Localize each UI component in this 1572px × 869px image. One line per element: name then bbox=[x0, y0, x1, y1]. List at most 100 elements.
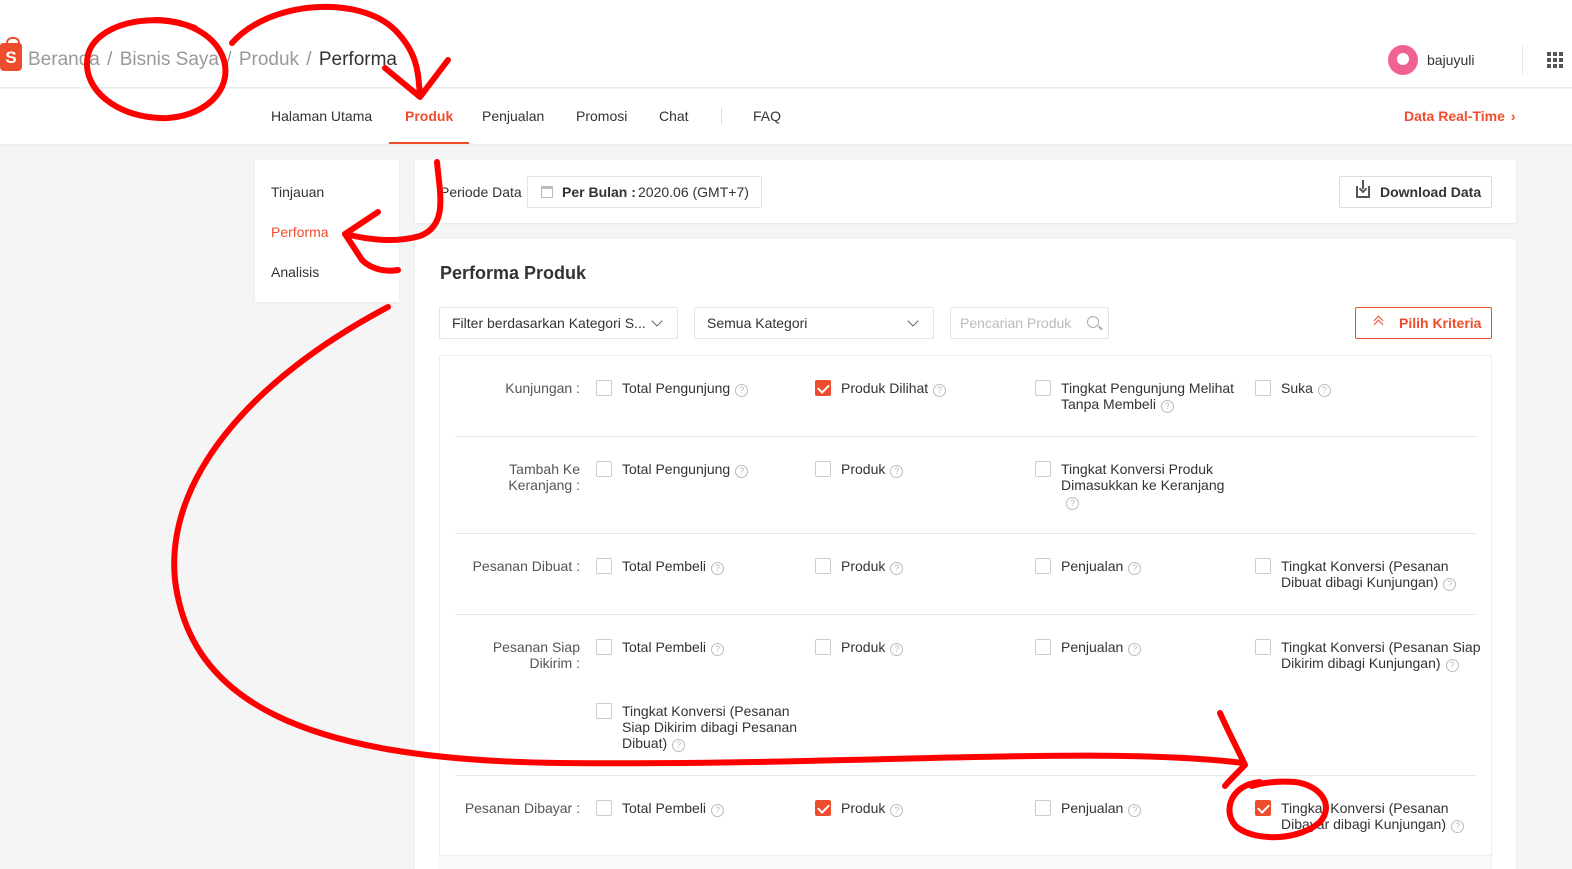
calendar-icon bbox=[541, 186, 553, 198]
choose-criteria-button[interactable]: Pilih Kriteria bbox=[1355, 307, 1492, 339]
checkbox[interactable] bbox=[596, 558, 612, 574]
option-label: Produk bbox=[841, 800, 886, 816]
breadcrumb-item[interactable]: Produk bbox=[239, 49, 299, 70]
divider bbox=[1522, 46, 1523, 74]
top-bar: S Beranda / Bisnis Saya / Produk / Perfo… bbox=[0, 0, 1572, 88]
period-picker[interactable]: Per Bulan : 2020.06 (GMT+7) bbox=[527, 176, 762, 208]
help-icon[interactable]: ? bbox=[1128, 804, 1142, 817]
checkbox[interactable] bbox=[1035, 558, 1051, 574]
double-chevron-up-icon bbox=[1374, 316, 1384, 328]
breadcrumb-current: Performa bbox=[318, 49, 397, 70]
checkbox[interactable] bbox=[1035, 800, 1051, 816]
side-item-analisis[interactable]: Analisis bbox=[271, 264, 319, 280]
help-icon[interactable]: ? bbox=[735, 384, 749, 397]
checkbox[interactable] bbox=[815, 558, 831, 574]
option-label: Total Pembeli bbox=[622, 639, 707, 655]
chevron-down-icon bbox=[907, 315, 919, 327]
download-data-button[interactable]: Download Data bbox=[1339, 176, 1492, 208]
help-icon[interactable]: ? bbox=[890, 562, 904, 575]
username[interactable]: bajuyuli bbox=[1427, 52, 1474, 68]
option-label: Tingkat Pengunjung Melihat Tanpa Membeli bbox=[1061, 380, 1235, 412]
breadcrumb-item[interactable]: Beranda bbox=[28, 49, 100, 70]
checkbox-checked[interactable] bbox=[1255, 800, 1271, 816]
checkbox[interactable] bbox=[1255, 639, 1271, 655]
checkbox[interactable] bbox=[596, 461, 612, 477]
search-input[interactable] bbox=[951, 308, 1081, 338]
checkbox[interactable] bbox=[596, 800, 612, 816]
criteria-row-label: Pesanan Dibuat : bbox=[472, 558, 580, 574]
tab-promosi[interactable]: Promosi bbox=[576, 89, 627, 144]
option-label: Total Pembeli bbox=[622, 558, 707, 574]
help-icon[interactable]: ? bbox=[1317, 384, 1331, 397]
category-select[interactable]: Semua Kategori bbox=[694, 307, 934, 339]
period-card: Periode Data Per Bulan : 2020.06 (GMT+7)… bbox=[415, 160, 1516, 223]
help-icon[interactable]: ? bbox=[933, 384, 947, 397]
help-icon[interactable]: ? bbox=[1445, 659, 1459, 672]
apps-grid-icon[interactable] bbox=[1547, 52, 1563, 68]
tab-chat[interactable]: Chat bbox=[659, 89, 689, 144]
chevron-down-icon bbox=[651, 315, 663, 327]
side-item-performa[interactable]: Performa bbox=[271, 224, 329, 240]
checkbox[interactable] bbox=[1035, 639, 1051, 655]
breadcrumb-separator: / bbox=[226, 49, 232, 70]
help-icon[interactable]: ? bbox=[1443, 578, 1457, 591]
chevron-right-icon: › bbox=[1510, 108, 1516, 124]
option-label: Penjualan bbox=[1061, 800, 1124, 816]
checkbox[interactable] bbox=[1255, 558, 1271, 574]
help-icon[interactable]: ? bbox=[890, 465, 904, 478]
checkbox[interactable] bbox=[596, 380, 612, 396]
checkbox[interactable] bbox=[815, 461, 831, 477]
product-search[interactable] bbox=[950, 307, 1109, 339]
criteria-row-pesanan-siap-dikirim: Pesanan Siap Dikirim : Total Pembeli? Pr… bbox=[455, 615, 1480, 776]
help-icon[interactable]: ? bbox=[890, 804, 904, 817]
checkbox[interactable] bbox=[1255, 380, 1271, 396]
breadcrumb: Beranda / Bisnis Saya / Produk / Perform… bbox=[28, 49, 397, 71]
realtime-data-link[interactable]: Data Real-Time › bbox=[1404, 89, 1516, 144]
category-filter-select[interactable]: Filter berdasarkan Kategori S... bbox=[439, 307, 678, 339]
checkbox[interactable] bbox=[596, 639, 612, 655]
option-label: Total Pembeli bbox=[622, 800, 707, 816]
checkbox[interactable] bbox=[815, 639, 831, 655]
tab-produk[interactable]: Produk bbox=[388, 89, 470, 144]
category-value: Semua Kategori bbox=[707, 315, 808, 331]
help-icon[interactable]: ? bbox=[711, 643, 725, 656]
option-label: Produk bbox=[841, 558, 886, 574]
help-icon[interactable]: ? bbox=[1451, 820, 1464, 833]
criteria-row-label: Tambah Ke Keranjang : bbox=[508, 461, 580, 493]
checkbox[interactable] bbox=[1035, 380, 1051, 396]
avatar[interactable] bbox=[1388, 45, 1418, 75]
help-icon[interactable]: ? bbox=[890, 643, 904, 656]
breadcrumb-item[interactable]: Bisnis Saya bbox=[120, 49, 219, 70]
user-menu[interactable]: bajuyuli bbox=[1388, 45, 1474, 75]
option-label: Penjualan bbox=[1061, 558, 1124, 574]
breadcrumb-separator: / bbox=[306, 49, 312, 70]
criteria-row-label: Pesanan Siap Dikirim : bbox=[492, 639, 580, 671]
option-label: Total Pengunjung bbox=[622, 461, 731, 477]
side-item-tinjauan[interactable]: Tinjauan bbox=[271, 184, 324, 200]
choose-criteria-label: Pilih Kriteria bbox=[1399, 315, 1482, 331]
tab-penjualan[interactable]: Penjualan bbox=[482, 89, 544, 144]
help-icon[interactable]: ? bbox=[1066, 497, 1079, 510]
help-icon[interactable]: ? bbox=[735, 465, 749, 478]
checkbox[interactable] bbox=[1035, 461, 1051, 477]
help-icon[interactable]: ? bbox=[711, 562, 725, 575]
criteria-row-pesanan-dibayar: Pesanan Dibayar : Total Pembeli? Produk?… bbox=[455, 776, 1476, 866]
help-icon[interactable]: ? bbox=[711, 804, 725, 817]
criteria-panel: Kunjungan : Total Pengunjung? Produk Dil… bbox=[439, 355, 1492, 869]
checkbox[interactable] bbox=[596, 703, 612, 719]
shopee-logo-icon[interactable]: S bbox=[0, 37, 22, 71]
checkbox-checked[interactable] bbox=[815, 800, 831, 816]
tab-faq[interactable]: FAQ bbox=[753, 89, 781, 144]
tab-halaman-utama[interactable]: Halaman Utama bbox=[271, 89, 372, 144]
help-icon[interactable]: ? bbox=[1128, 643, 1142, 656]
option-label: Tingkat Konversi (Pesanan Dibayar dibagi… bbox=[1281, 800, 1449, 832]
option-label: Suka bbox=[1281, 380, 1313, 396]
option-label: Penjualan bbox=[1061, 639, 1124, 655]
option-label: Tingkat Konversi (Pesanan Siap Dikirim d… bbox=[622, 703, 798, 751]
search-icon[interactable] bbox=[1087, 316, 1099, 328]
help-icon[interactable]: ? bbox=[1160, 400, 1174, 413]
checkbox-checked[interactable] bbox=[815, 380, 831, 396]
help-icon[interactable]: ? bbox=[672, 739, 686, 752]
criteria-row-label: Kunjungan : bbox=[505, 380, 580, 396]
help-icon[interactable]: ? bbox=[1128, 562, 1142, 575]
